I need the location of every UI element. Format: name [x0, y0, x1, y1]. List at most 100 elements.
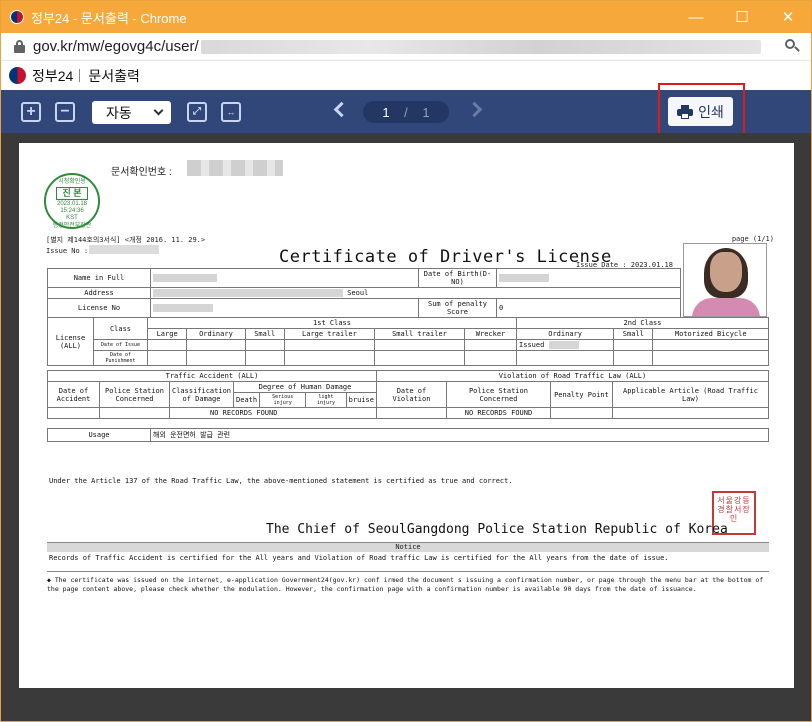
current-page[interactable]: 1: [382, 105, 389, 120]
first-class-header: 1st Class: [146, 317, 518, 329]
col-death: Death: [233, 392, 261, 408]
usage-value: 해외 운전면허 발급 관련: [150, 428, 769, 442]
col-classification: Classification of Damage: [168, 381, 235, 408]
issuing-authority: The Chief of SeoulGangdong Police Statio…: [266, 522, 728, 537]
url-text[interactable]: gov.kr/mw/egovg4c/user/: [33, 38, 199, 55]
violation-header: Violation of Road Traffic Law (ALL): [375, 370, 770, 382]
url-redacted: [200, 39, 761, 54]
page-indicator[interactable]: 1 / 1: [363, 101, 449, 123]
col-serious: Serious injury: [259, 392, 307, 408]
gov24-logo-icon[interactable]: [9, 67, 26, 84]
id-photo: [683, 243, 767, 317]
close-button[interactable]: ✕: [765, 1, 811, 33]
class-wrecker: Wrecker: [464, 328, 518, 340]
fit-page-icon: ⤢: [193, 106, 201, 117]
col-light: light injury: [305, 392, 347, 408]
divider: [47, 571, 769, 572]
class-small-2: Small: [613, 328, 654, 340]
page-separator: /: [404, 104, 408, 120]
usage-table: Usage 해외 운전면허 발급 관련: [47, 428, 769, 442]
date-punish-label: Date of Punishment: [93, 350, 148, 366]
col-police-violation: Police Station Concerned: [445, 381, 551, 408]
col-degree-damage: Degree of Human Damage: [233, 381, 377, 393]
seal-main: 진 본: [56, 187, 88, 200]
fit-page-button[interactable]: ⤢: [187, 102, 207, 122]
page-title: 문서출력: [88, 67, 140, 84]
address-bar[interactable]: gov.kr/mw/egovg4c/user/: [1, 33, 811, 61]
class-motorized-bicycle: Motorized Bicycle: [652, 328, 769, 340]
fit-width-icon: ↔: [226, 106, 236, 117]
divider: [79, 69, 81, 82]
form-label: [별지 제144호의3서식] <개정 2016. 11. 29.>: [46, 236, 206, 244]
col-date-accident: Date of Accident: [47, 381, 100, 408]
minimize-button[interactable]: —: [673, 1, 719, 33]
zoom-in-button[interactable]: +: [21, 102, 41, 122]
col-bruise: bruise: [345, 392, 377, 408]
lock-icon[interactable]: [14, 40, 25, 53]
zoom-magnifier-icon[interactable]: [785, 39, 800, 53]
certificate-page: 문서확인번호 : 시청확인용 진 본 2023.01.18 15:24:36 K…: [19, 143, 794, 688]
penalty-label: Sum of penalty Score: [418, 298, 497, 318]
penalty-value: 0: [496, 298, 681, 318]
accident-no-records: NO RECORDS FOUND: [169, 407, 377, 419]
class-large: Large: [146, 328, 188, 340]
class-label: Class: [93, 317, 148, 340]
certificate-title: Certificate of Driver's License: [279, 247, 612, 267]
document-viewer[interactable]: 문서확인번호 : 시청확인용 진 본 2023.01.18 15:24:36 K…: [1, 133, 811, 721]
seal-tz: KST: [66, 215, 78, 222]
license-label: License (ALL): [47, 317, 94, 366]
maximize-button[interactable]: ☐: [719, 1, 765, 33]
col-penalty-point: Penalty Point: [549, 381, 613, 408]
total-pages: 1: [422, 104, 430, 120]
issued-cell: Issued: [516, 339, 615, 351]
violation-no-records: NO RECORDS FOUND: [445, 407, 551, 419]
personal-info-table: Name in Full Date of Birth(D-NO) Address…: [47, 268, 681, 318]
col-date-violation: Date of Violation: [375, 381, 447, 408]
seal-time: 15:24:36: [60, 208, 84, 215]
accident-violation-table: Traffic Accident (ALL) Violation of Road…: [47, 370, 770, 419]
title-bar: 정부24 - 문서출력 - Chrome — ☐ ✕: [1, 1, 811, 33]
authenticity-seal: 시청확인용 진 본 2023.01.18 15:24:36 KST 행정안전부장…: [44, 173, 100, 229]
seal-bottom: 행정안전부장관: [52, 222, 92, 229]
second-class-header: 2nd Class: [516, 317, 769, 329]
site-name[interactable]: 정부24: [32, 66, 73, 86]
seal-date: 2023.01.18: [56, 200, 88, 207]
address-value: Seoul: [150, 287, 681, 299]
fit-width-button[interactable]: ↔: [221, 102, 241, 122]
class-large-trailer: Large trailer: [283, 328, 375, 340]
next-page-button[interactable]: [466, 101, 483, 118]
col-police-accident: Police Station Concerned: [99, 381, 170, 408]
zoom-out-button[interactable]: −: [55, 102, 75, 122]
page-label: page (1/1): [731, 235, 774, 243]
footnote: ◆ The certificate was issued on the inte…: [47, 576, 764, 594]
previous-page-button[interactable]: [333, 101, 350, 118]
col-applicable-article: Applicable Article (Road Traffic Law): [611, 381, 770, 408]
doc-id-redacted: [187, 160, 283, 176]
dob-value: [496, 268, 681, 288]
date-issue-label: Date of Issue: [93, 339, 148, 351]
certification-statement: Under the Article 137 of the Road Traffi…: [49, 477, 513, 485]
name-label: Name in Full: [47, 268, 151, 288]
class-ordinary-2: Ordinary: [516, 328, 615, 340]
notice-heading: Notice: [47, 542, 769, 552]
issue-no-redacted: [89, 245, 159, 254]
window-controls: — ☐ ✕: [673, 1, 811, 33]
class-small: Small: [244, 328, 285, 340]
license-class-table: License (ALL) Class 1st Class 2nd Class …: [47, 317, 769, 366]
issue-no-label: Issue No :: [46, 247, 89, 255]
doc-id-label: 문서확인번호 :: [111, 167, 172, 178]
gov24-favicon-icon: [10, 10, 24, 24]
license-no-label: License No: [47, 298, 151, 318]
class-small-trailer: Small trailer: [373, 328, 466, 340]
name-value: [150, 268, 419, 288]
chevron-down-icon: [153, 105, 164, 116]
license-no-value: [150, 298, 419, 318]
usage-label: Usage: [47, 428, 151, 442]
dob-label: Date of Birth(D-NO): [418, 268, 497, 288]
zoom-select-value: 자동: [106, 104, 132, 121]
address-label: Address: [47, 287, 151, 299]
window-title: 정부24 - 문서출력 - Chrome: [31, 10, 187, 26]
zoom-select[interactable]: 자동: [92, 101, 171, 124]
address-city: Seoul: [347, 289, 369, 297]
notice-text: Records of Traffic Accident is certified…: [49, 554, 669, 562]
